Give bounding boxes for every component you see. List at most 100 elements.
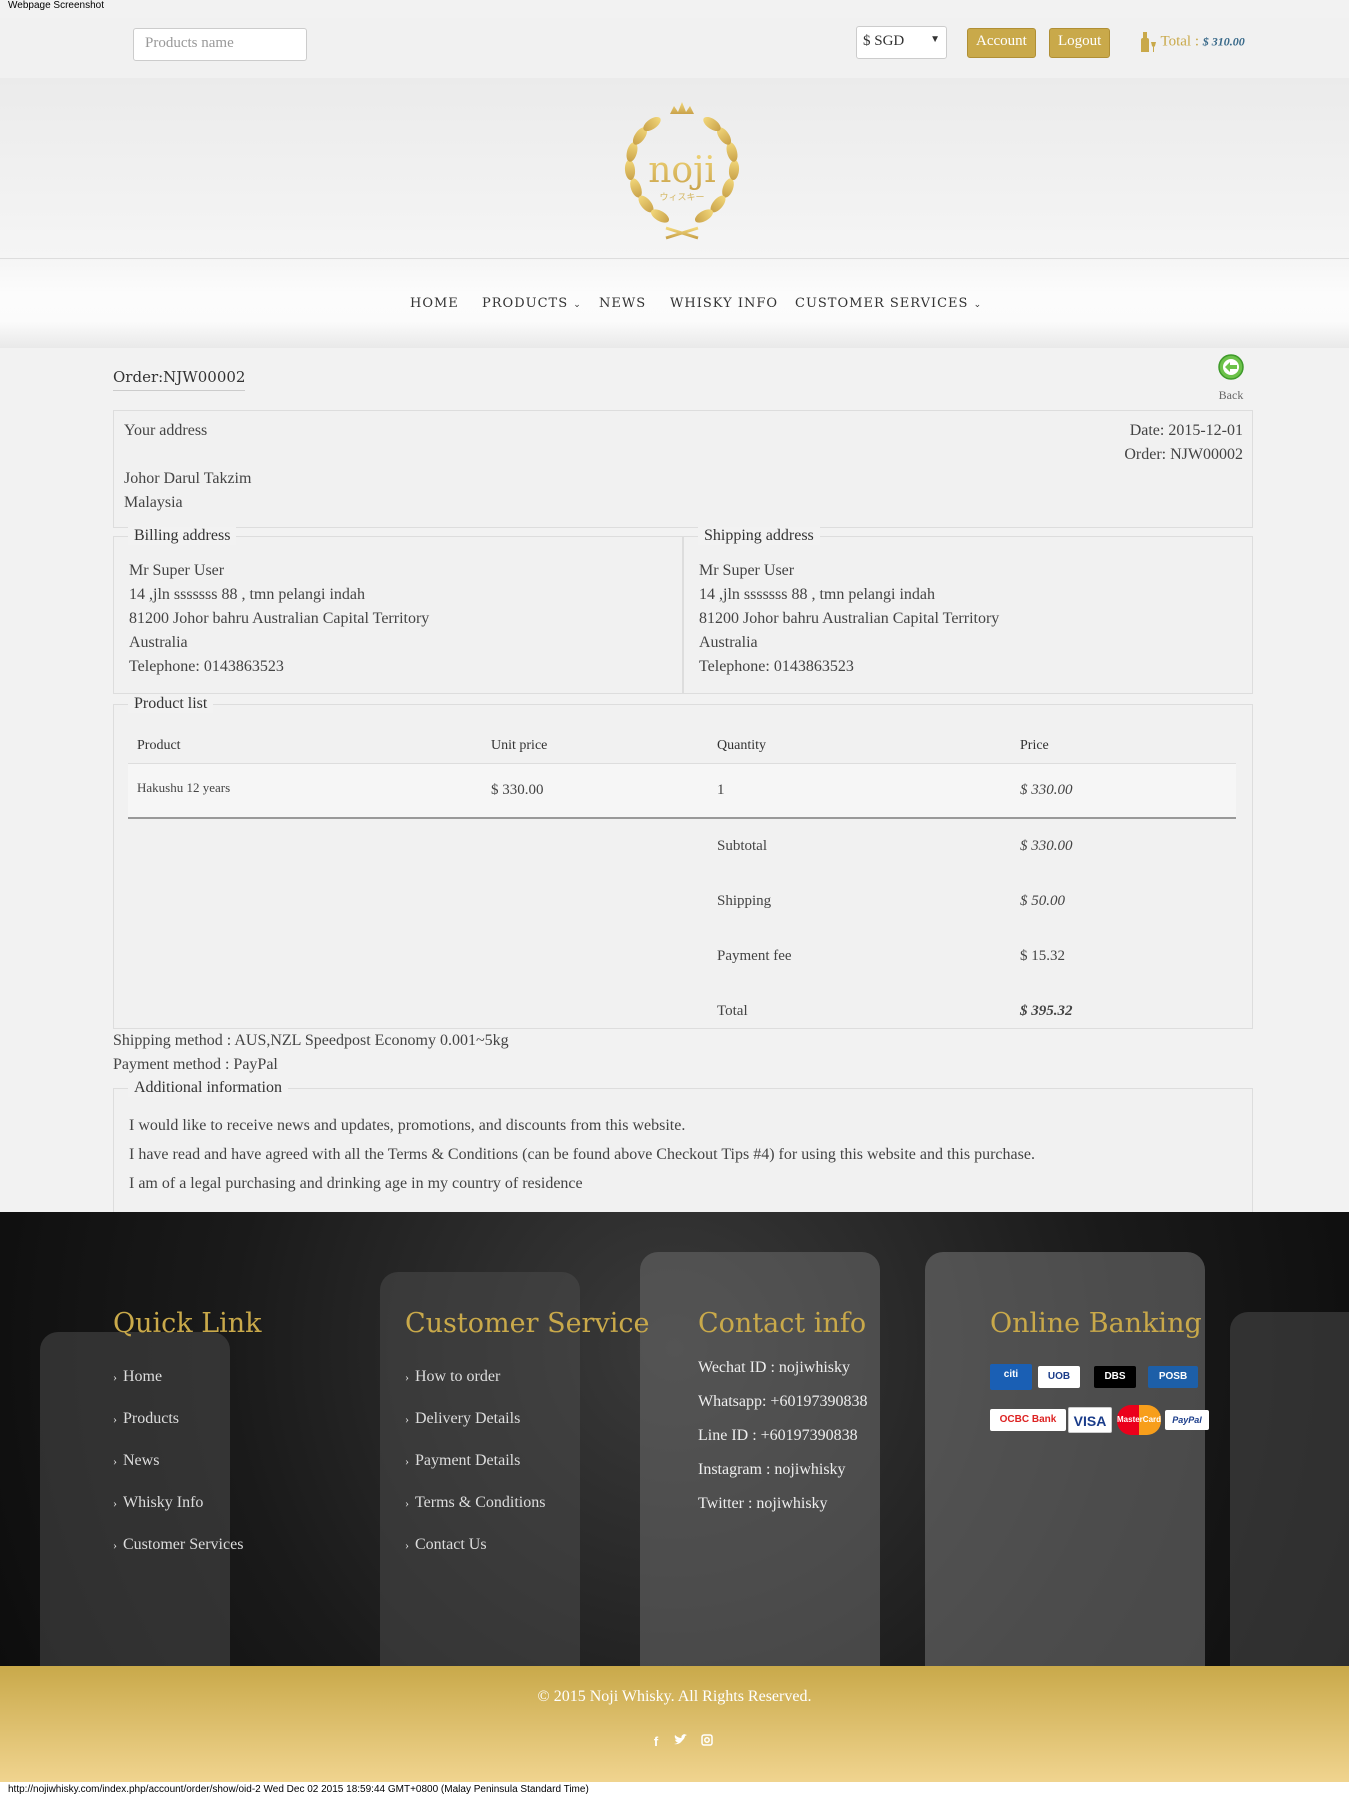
- nav-whisky-info[interactable]: WHISKY INFO: [670, 296, 778, 311]
- status-bar: http://nojiwhisky.com/index.php/account/…: [8, 1784, 589, 1795]
- footer-link-news[interactable]: › News: [113, 1452, 159, 1470]
- footer-link-delivery-details[interactable]: › Delivery Details: [405, 1410, 520, 1428]
- back-label: Back: [1218, 388, 1244, 402]
- paypal-logo: PayPal: [1165, 1410, 1209, 1430]
- footer-link-home[interactable]: › Home: [113, 1368, 162, 1386]
- page: Webpage Screenshot Products name $ SGD ▼…: [0, 0, 1349, 1799]
- online-banking-title: Online Banking: [990, 1308, 1202, 1339]
- billing-phone: Telephone: 0143863523: [129, 658, 284, 675]
- footer-link-customer-services[interactable]: › Customer Services: [113, 1536, 243, 1554]
- facebook-icon[interactable]: f: [649, 1734, 663, 1749]
- chevron-right-icon: ›: [405, 1370, 409, 1384]
- chevron-right-icon: ›: [113, 1496, 117, 1510]
- shipping-row: Shipping $ 50.00: [128, 873, 1236, 928]
- dropdown-arrow-icon: ▼: [930, 34, 940, 45]
- nav-news[interactable]: NEWS: [599, 296, 646, 311]
- twitter-icon[interactable]: [673, 1734, 687, 1748]
- visa-logo: VISA: [1068, 1407, 1112, 1433]
- cart-total[interactable]: Total : $ 310.00: [1137, 30, 1245, 54]
- wine-bottle-icon: [1141, 32, 1156, 52]
- uob-logo: UOB: [1038, 1366, 1080, 1388]
- payment-fee-label: Payment fee: [717, 947, 792, 964]
- footer-link-contact-us[interactable]: › Contact Us: [405, 1536, 487, 1554]
- contact-whatsapp: Whatsapp: +60197390838: [698, 1393, 868, 1410]
- additional-info-legend: Additional information: [128, 1079, 288, 1097]
- chevron-right-icon: ›: [113, 1454, 117, 1468]
- noji-logo[interactable]: noji ウィスキー: [612, 98, 752, 243]
- order-detail: Order:NJW00002 Back Your address Johor D…: [0, 348, 1349, 1212]
- contact-instagram: Instagram : nojiwhisky: [698, 1461, 846, 1478]
- account-button[interactable]: Account: [967, 28, 1036, 58]
- top-bar: Products name $ SGD ▼ Account Logout Tot…: [0, 18, 1349, 78]
- quick-link-title: Quick Link: [113, 1308, 262, 1339]
- footer-link-how-to-order[interactable]: › How to order: [405, 1368, 500, 1386]
- payment-fee-row: Payment fee $ 15.32: [128, 928, 1236, 983]
- billing-city: 81200 Johor bahru Australian Capital Ter…: [129, 610, 430, 627]
- mastercard-logo: MasterCard: [1117, 1405, 1161, 1435]
- column-header-unit-price: Unit price: [482, 729, 708, 764]
- product-quantity: 1: [708, 763, 1011, 819]
- footer-link-label: Payment Details: [415, 1452, 521, 1469]
- contact-line: Line ID : +60197390838: [698, 1427, 858, 1444]
- your-address-box: Your address Johor Darul Takzim Malaysia…: [113, 410, 1253, 528]
- search-input[interactable]: Products name: [133, 28, 307, 61]
- column-header-quantity: Quantity: [708, 729, 1011, 764]
- footer-link-whisky-info[interactable]: › Whisky Info: [113, 1494, 203, 1512]
- total-row: Total $ 395.32: [128, 983, 1236, 1038]
- payment-fee-value: $ 15.32: [1020, 947, 1065, 964]
- order-title: Order:NJW00002: [113, 368, 246, 391]
- screenshot-label: Webpage Screenshot: [8, 0, 104, 11]
- shipping-street: 14 ,jln sssssss 88 , tmn pelangi indah: [699, 586, 936, 603]
- column-header-product: Product: [128, 729, 482, 764]
- logout-button[interactable]: Logout: [1049, 28, 1111, 58]
- additional-info-line: I have read and have agreed with all the…: [129, 1146, 1035, 1163]
- contact-info-title: Contact info: [698, 1308, 867, 1339]
- footer-link-label: Terms & Conditions: [415, 1494, 546, 1511]
- table-row: Hakushu 12 years $ 330.00 1 $ 330.00: [128, 763, 1236, 819]
- nav-products[interactable]: PRODUCTS ⌄: [482, 296, 582, 311]
- citibank-logo: citi: [990, 1364, 1032, 1390]
- dbs-logo: DBS: [1094, 1366, 1136, 1388]
- currency-select[interactable]: $ SGD ▼: [856, 26, 947, 59]
- billing-country: Australia: [129, 634, 188, 651]
- contact-twitter: Twitter : nojiwhisky: [698, 1495, 828, 1512]
- footer-link-terms[interactable]: › Terms & Conditions: [405, 1494, 545, 1512]
- footer-link-label: Contact Us: [415, 1536, 487, 1553]
- shipping-phone: Telephone: 0143863523: [699, 658, 854, 675]
- your-address-label: Your address: [124, 422, 208, 439]
- subtotal-row: Subtotal $ 330.00: [128, 818, 1236, 873]
- chevron-right-icon: ›: [113, 1538, 117, 1552]
- shipping-label: Shipping: [717, 892, 772, 909]
- copyright-text: © 2015 Noji Whisky. All Rights Reserved.: [537, 1688, 812, 1705]
- copyright-bar: © 2015 Noji Whisky. All Rights Reserved.…: [0, 1666, 1349, 1782]
- total-label: Total: [717, 1002, 748, 1019]
- ocbc-logo: OCBC Bank: [990, 1409, 1066, 1431]
- footer-link-label: News: [123, 1452, 160, 1469]
- product-table: Product Unit price Quantity Price Hakush…: [128, 729, 1236, 1038]
- chevron-right-icon: ›: [113, 1412, 117, 1426]
- header: noji ウィスキー: [0, 78, 1349, 258]
- product-unit-price: $ 330.00: [482, 763, 708, 819]
- nav-products-label: PRODUCTS: [482, 296, 569, 311]
- footer: Quick Link › Home › Products › News › Whisky…: [0, 1212, 1349, 1666]
- footer-link-label: Delivery Details: [415, 1410, 521, 1427]
- shipping-city: 81200 Johor bahru Australian Capital Ter…: [699, 610, 1000, 627]
- instagram-icon[interactable]: [700, 1734, 714, 1748]
- main-nav: HOME PRODUCTS ⌄ NEWS WHISKY INFO CUSTOME…: [0, 258, 1349, 348]
- product-list-box: Product list Product Unit price Quantity…: [113, 695, 1253, 1029]
- footer-link-products[interactable]: › Products: [113, 1410, 179, 1428]
- additional-info-line: I am of a legal purchasing and drinking …: [129, 1175, 583, 1192]
- twitter-bird-icon: [673, 1734, 687, 1745]
- chevron-down-icon: ⌄: [573, 300, 582, 310]
- back-button[interactable]: Back: [1215, 354, 1247, 403]
- nav-customer-services[interactable]: CUSTOMER SERVICES ⌄: [795, 296, 982, 311]
- product-price: $ 330.00: [1011, 763, 1236, 819]
- customer-service-title: Customer Service: [405, 1308, 650, 1339]
- nav-home[interactable]: HOME: [410, 296, 459, 311]
- footer-link-payment-details[interactable]: › Payment Details: [405, 1452, 520, 1470]
- instagram-camera-icon: [701, 1734, 713, 1746]
- chevron-right-icon: ›: [405, 1412, 409, 1426]
- shipping-legend: Shipping address: [698, 527, 820, 545]
- billing-legend: Billing address: [128, 527, 237, 545]
- shipping-country: Australia: [699, 634, 758, 651]
